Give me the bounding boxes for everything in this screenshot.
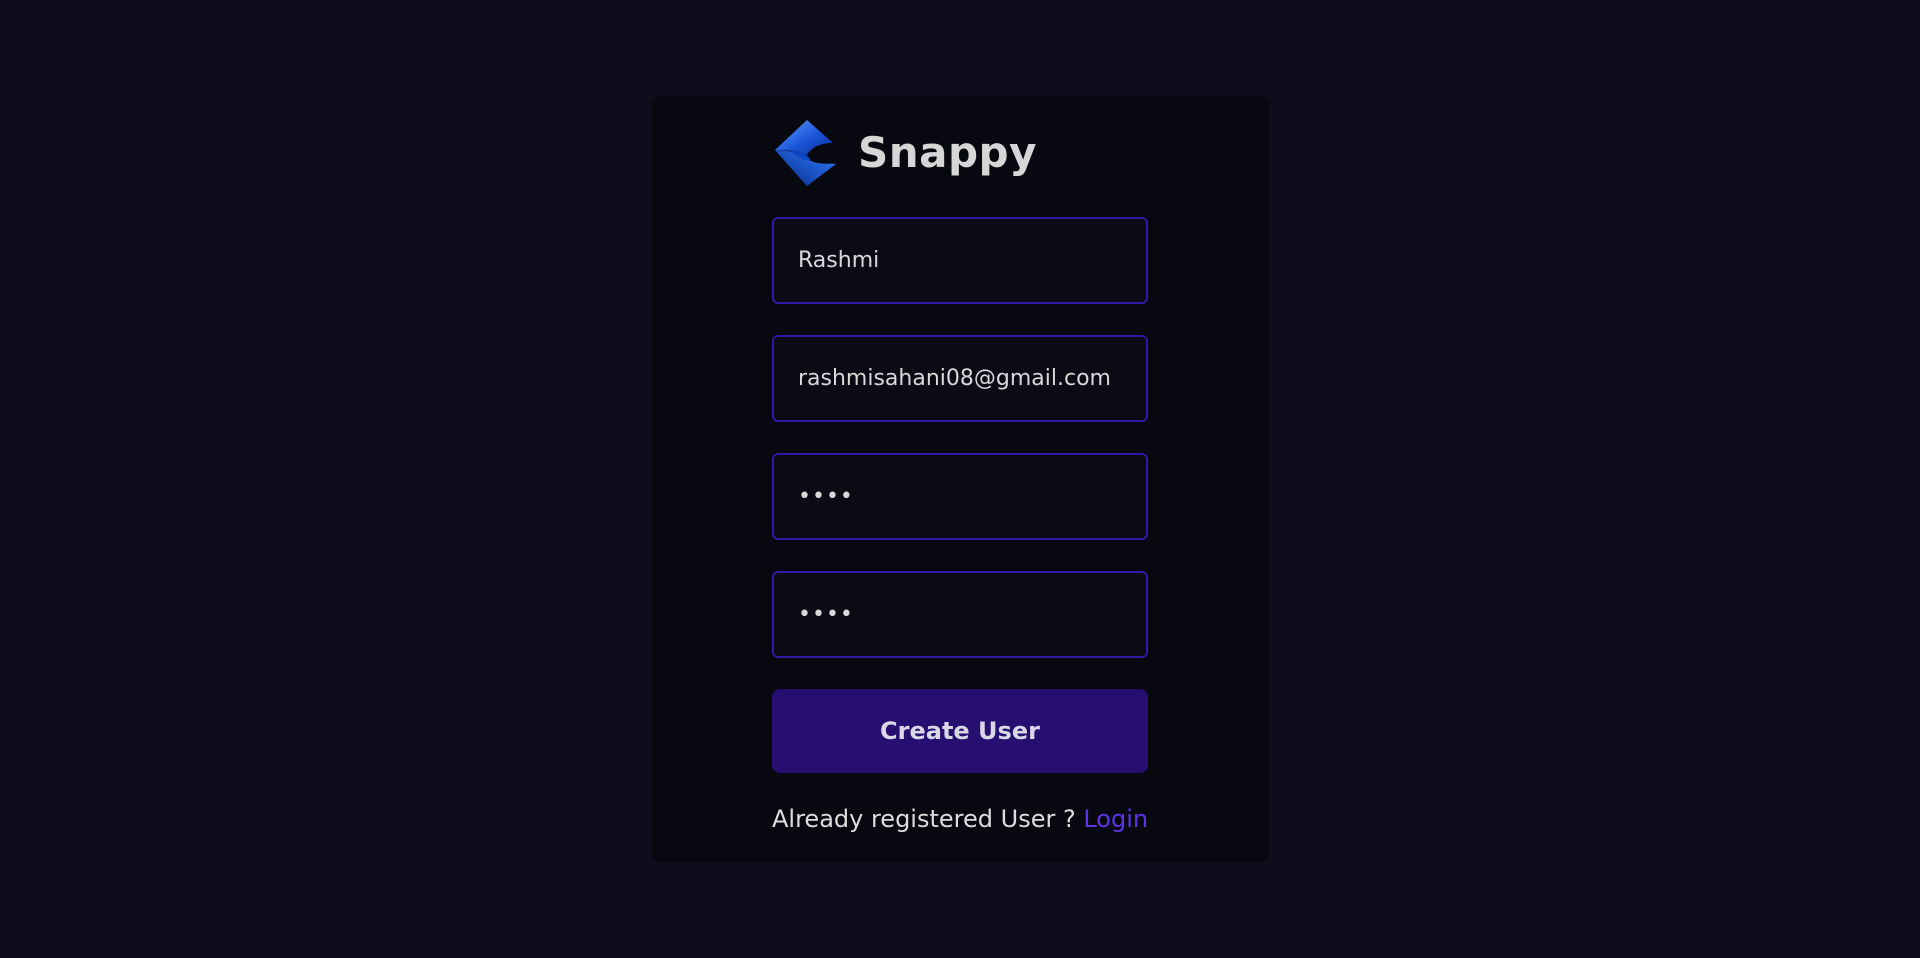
login-prompt: Already registered User ? Login bbox=[772, 802, 1152, 836]
register-page: Snappy Create User Already registered Us… bbox=[0, 0, 1920, 958]
snappy-logo-icon bbox=[775, 120, 836, 186]
brand-header: Snappy bbox=[772, 118, 1072, 188]
password-input[interactable] bbox=[772, 453, 1148, 540]
already-registered-text: Already registered User ? bbox=[772, 805, 1084, 833]
app-title: Snappy bbox=[858, 128, 1037, 177]
email-input[interactable] bbox=[772, 335, 1148, 422]
create-user-button[interactable]: Create User bbox=[772, 689, 1148, 773]
username-input[interactable] bbox=[772, 217, 1148, 304]
login-link[interactable]: Login bbox=[1083, 805, 1148, 833]
confirm-password-input[interactable] bbox=[772, 571, 1148, 658]
